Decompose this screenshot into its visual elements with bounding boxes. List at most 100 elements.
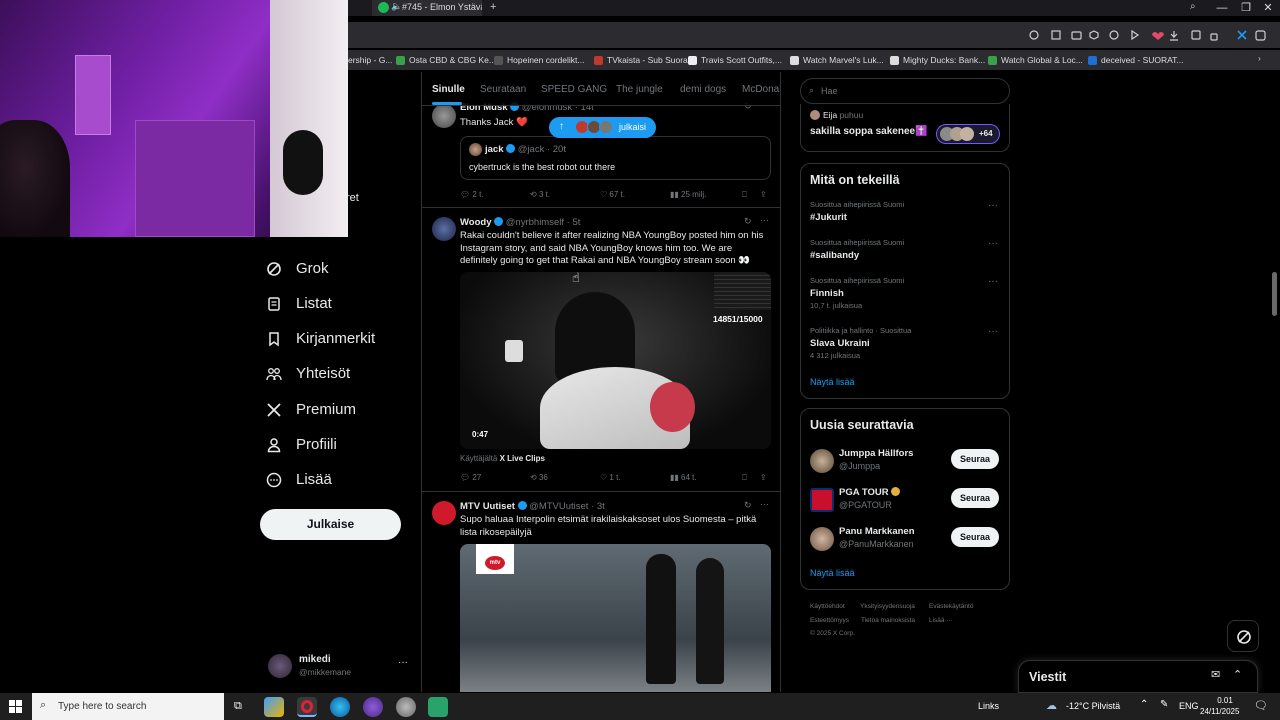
follow-suggestion[interactable]: PGA TOUR @PGATOUR Seuraa xyxy=(801,486,1009,514)
footer-link[interactable]: Evästekäytäntö xyxy=(929,603,973,610)
share-icon[interactable]: ⇪ xyxy=(760,473,767,482)
language-indicator[interactable]: ENG xyxy=(1179,701,1199,711)
quote-tweet[interactable]: jack @jack · 20t cybertruck is the best … xyxy=(460,136,771,180)
footer-link[interactable]: Esteettömyys xyxy=(810,617,849,624)
pen-icon[interactable]: ✎ xyxy=(1160,699,1168,710)
app-icon[interactable] xyxy=(396,697,416,717)
bookmark-item[interactable]: ership - G... xyxy=(348,55,392,65)
task-view-icon[interactable]: ⧉ xyxy=(234,700,242,713)
minimize-button[interactable]: — xyxy=(1210,0,1234,16)
windows-start-icon[interactable] xyxy=(9,700,22,713)
more-icon[interactable]: ··· xyxy=(988,238,998,249)
search-tabs-icon[interactable]: ⌕ xyxy=(1190,1,1196,12)
tweet-author[interactable]: Woody @nyrbhimself · 5t xyxy=(460,217,580,228)
follow-suggestion[interactable]: Panu Markkanen @PanuMarkkanen Seuraa xyxy=(801,525,1009,553)
app-icon[interactable] xyxy=(264,697,284,717)
notification-icon[interactable]: 🗨︎ xyxy=(1254,699,1268,712)
tray-chevron-icon[interactable]: ⌃ xyxy=(1140,699,1148,710)
bookmark-item[interactable]: Watch Marvel's Luk... xyxy=(790,55,884,65)
new-message-icon[interactable]: ✉ xyxy=(1211,668,1220,681)
footer-link[interactable]: Käyttöehdot xyxy=(810,603,845,610)
tab-demi-dogs[interactable]: demi dogs xyxy=(680,84,726,95)
sidebar-item-more[interactable]: Lisää xyxy=(266,471,332,488)
follow-suggestion[interactable]: Jumppa Hällfors @Jumppa Seuraa xyxy=(801,447,1009,475)
bookmark-icon[interactable]: ⎕ xyxy=(742,190,747,200)
more-icon[interactable]: ··· xyxy=(988,276,998,287)
bookmark-icon[interactable]: ⎕ xyxy=(742,473,747,483)
reply-button[interactable]: 💬︎ 27 xyxy=(460,473,481,482)
browser-tab[interactable]: 🔈 #745 - Elmon Ystävät xyxy=(372,0,482,16)
footer-link[interactable]: Lisää ··· xyxy=(929,617,953,624)
speaker-icon[interactable]: 🔈 xyxy=(391,1,402,12)
follow-button[interactable]: Seuraa xyxy=(951,527,999,547)
search-input[interactable]: ⌕ Hae xyxy=(800,78,1010,104)
trend-item[interactable]: Suosittua aihepiirissä Suomi #Jukurit ··… xyxy=(801,198,1009,234)
sidebar-item-profile[interactable]: Profiili xyxy=(266,436,337,453)
sidebar-item-lists[interactable]: Listat xyxy=(266,295,332,312)
share-icon[interactable]: ⇪ xyxy=(760,190,767,199)
bookmark-item[interactable]: deceived - SUORAT... xyxy=(1088,55,1184,65)
sidebar-item-communities[interactable]: Yhteisöt xyxy=(266,365,350,382)
more-icon[interactable]: ··· xyxy=(760,215,769,225)
follow-button[interactable]: Seuraa xyxy=(951,449,999,469)
account-switcher[interactable]: mikedi @mikkemane ··· xyxy=(268,652,418,680)
more-icon[interactable]: ··· xyxy=(988,200,998,211)
links-toolbar[interactable]: Links xyxy=(978,701,999,711)
show-more-follow-link[interactable]: Näytä lisää xyxy=(810,568,855,578)
edge-icon[interactable] xyxy=(330,697,350,717)
live-space-card[interactable]: Eija puhuu sakilla soppa sakenee✝️ +64 xyxy=(800,104,1010,152)
bookmark-item[interactable]: Watch Global & Loc... xyxy=(988,55,1083,65)
close-button[interactable]: ✕ xyxy=(1256,0,1280,16)
repost-button[interactable]: ⟲ 36 xyxy=(530,473,548,482)
bookmark-item[interactable]: TVkaista - Sub Suora xyxy=(594,55,688,65)
bookmark-item[interactable]: Travis Scott Outfits,... xyxy=(688,55,782,65)
reply-button[interactable]: 💬︎ 2 t. xyxy=(460,190,484,199)
grok-floating-button[interactable] xyxy=(1227,620,1259,652)
post-button[interactable]: Julkaise xyxy=(260,509,401,540)
like-button[interactable]: ♡ 1 t. xyxy=(600,473,621,482)
tab-speed-gang[interactable]: SPEED GANG xyxy=(541,84,607,95)
app-icon[interactable] xyxy=(428,697,448,717)
maximize-button[interactable]: ❐ xyxy=(1234,0,1258,16)
sidebar-item-grok[interactable]: Grok xyxy=(266,260,329,277)
sidebar-item-bookmarks[interactable]: Kirjanmerkit xyxy=(266,330,375,347)
views-button[interactable]: ▮▮ 25 milj. xyxy=(670,190,706,199)
bookmark-item[interactable]: Mighty Ducks: Bank... xyxy=(890,55,985,65)
page-scrollbar[interactable] xyxy=(1272,272,1277,316)
toolbar-icons[interactable] xyxy=(1028,29,1268,41)
video-player[interactable]: 14851/15000 0:47 xyxy=(460,272,771,449)
show-more-trends-link[interactable]: Näytä lisää xyxy=(810,377,855,387)
tab-the-jungle[interactable]: The jungle xyxy=(616,84,663,95)
space-listeners[interactable]: +64 xyxy=(936,124,1000,144)
like-button[interactable]: ♡ 67 t. xyxy=(600,190,625,199)
tweet[interactable]: MTV Uutiset @MTVUutiset · 3t ↻ ··· Supo … xyxy=(422,493,780,692)
bookmark-item[interactable]: Osta CBD & CBG Ke... xyxy=(396,55,496,65)
weather-text[interactable]: -12°C Pilvistä xyxy=(1066,701,1120,711)
tweet[interactable]: Elon Musk @elonmusk · 14t ↻ ··· Thanks J… xyxy=(422,98,780,208)
grok-icon[interactable]: ↻ xyxy=(744,216,752,227)
tab-mcdonal[interactable]: McDonal xyxy=(742,84,780,95)
account-more-icon[interactable]: ··· xyxy=(398,657,408,668)
expand-icon[interactable]: ⌃ xyxy=(1233,668,1242,681)
tab-following[interactable]: Seurataan xyxy=(480,84,526,95)
opera-gx-icon[interactable] xyxy=(297,697,317,717)
messages-drawer[interactable]: Viestit ✉ ⌃ xyxy=(1018,660,1258,693)
trend-item[interactable]: Suosittua aihepiirissä Suomi Finnish 10,… xyxy=(801,274,1009,310)
tweet-author[interactable]: MTV Uutiset @MTVUutiset · 3t xyxy=(460,501,605,512)
tab-for-you[interactable]: Sinulle xyxy=(432,84,465,95)
bookmark-item[interactable]: Hopeinen cordelikt... xyxy=(494,55,585,65)
taskbar-search[interactable]: ⌕ Type here to search xyxy=(32,693,224,720)
footer-link[interactable]: Yksityisyydensuoja xyxy=(860,603,915,610)
trend-item[interactable]: Politiikka ja hallinto · Suosittua Slava… xyxy=(801,324,1009,360)
views-button[interactable]: ▮▮ 64 t. xyxy=(670,473,697,482)
footer-link[interactable]: Tietoa mainoksista xyxy=(861,617,915,624)
trend-item[interactable]: Suosittua aihepiirissä Suomi #salibandy … xyxy=(801,236,1009,272)
follow-button[interactable]: Seuraa xyxy=(951,488,999,508)
repost-button[interactable]: ⟲ 3 t. xyxy=(530,190,550,199)
tweet[interactable]: Woody @nyrbhimself · 5t ↻ ··· Rakai coul… xyxy=(422,209,780,492)
new-tab-icon[interactable]: + xyxy=(490,1,496,13)
more-icon[interactable]: ··· xyxy=(760,499,769,509)
app-icon[interactable] xyxy=(363,697,383,717)
chevron-right-icon[interactable]: › xyxy=(1258,53,1261,63)
new-posts-pill[interactable]: ↑ julkaisi xyxy=(549,117,656,138)
